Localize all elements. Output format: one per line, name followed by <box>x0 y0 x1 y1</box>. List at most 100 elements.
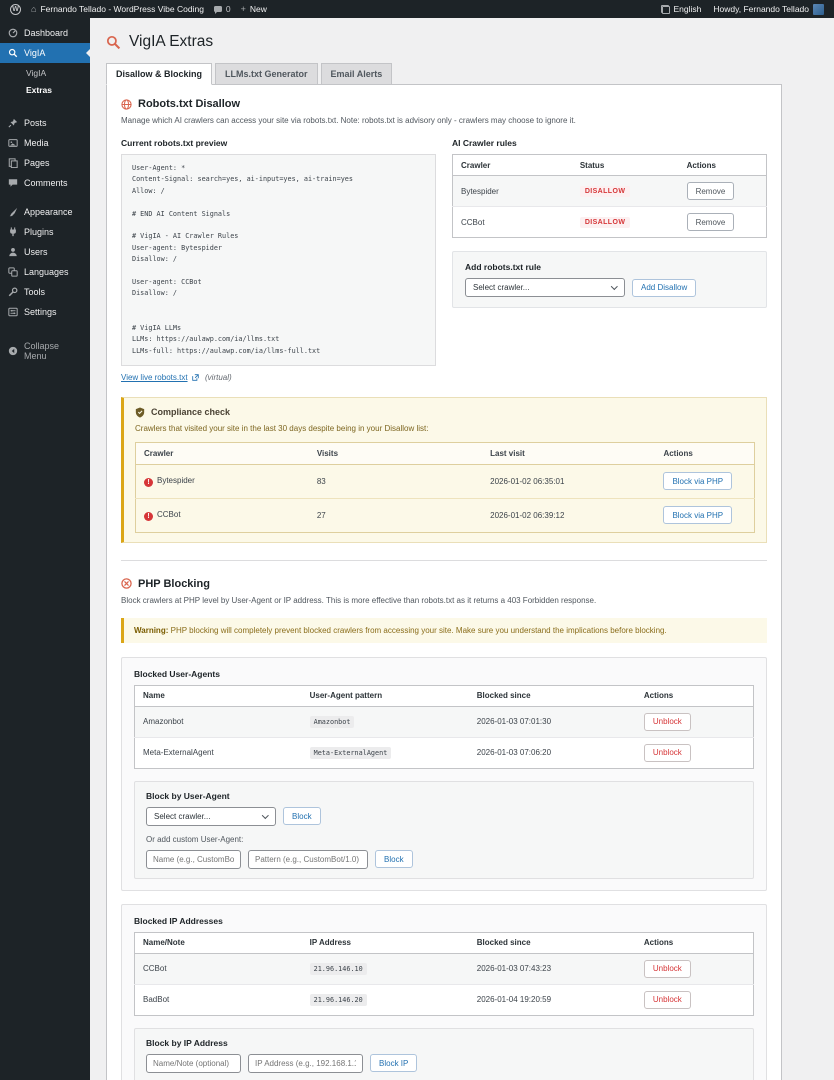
preview-label: Current robots.txt preview <box>121 138 228 148</box>
sidebar-item-dashboard[interactable]: Dashboard <box>0 23 90 43</box>
page-title: VigIA Extras <box>129 33 214 50</box>
block-via-php-button[interactable]: Block via PHP <box>663 472 733 491</box>
crawler-name: Bytespider <box>452 175 572 207</box>
tab-email-alerts[interactable]: Email Alerts <box>320 63 393 85</box>
unblock-button[interactable]: Unblock <box>643 959 691 978</box>
ip-chip: 21.96.146.10 <box>309 963 367 976</box>
vigia-magnifier-icon <box>106 35 121 49</box>
rules-label: AI Crawler rules <box>452 138 517 148</box>
visits-count: 83 <box>308 464 483 499</box>
ip-address-input[interactable] <box>248 1053 363 1073</box>
ip-name: BadBot <box>143 995 170 1005</box>
robots-section-title: Robots.txt Disallow <box>138 98 241 110</box>
block-by-ip-title: Block by IP Address <box>146 1037 228 1048</box>
sidebar-subitem-extras[interactable]: Extras <box>0 81 90 98</box>
comments-indicator[interactable]: 0 <box>213 4 231 14</box>
custom-ua-label: Or add custom User-Agent: <box>146 834 244 844</box>
tab-llms-generator[interactable]: LLMs.txt Generator <box>215 63 318 85</box>
remove-button[interactable]: Remove <box>686 182 735 200</box>
virtual-note: (virtual) <box>205 372 232 382</box>
tab-disallow-blocking[interactable]: Disallow & Blocking <box>106 63 213 85</box>
sidebar-item-comments[interactable]: Comments <box>0 173 90 193</box>
collapse-menu-button[interactable]: Collapse Menu <box>0 336 90 366</box>
dashboard-icon <box>8 28 18 38</box>
warning-text: PHP blocking will completely prevent blo… <box>170 625 667 635</box>
blocked-since: 2026-01-03 07:06:20 <box>476 748 552 758</box>
block-by-ua-box: Block by User-Agent Select crawler... Bl… <box>134 780 754 879</box>
sidebar-separator <box>0 104 90 113</box>
new-menu[interactable]: + New <box>241 4 267 14</box>
ua-pattern-chip: Amazonbot <box>309 716 355 729</box>
block-ip-button[interactable]: Block IP <box>370 1054 418 1073</box>
account-menu[interactable]: Howdy, Fernando Tellado <box>713 3 824 15</box>
chevron-down-icon <box>611 283 618 290</box>
howdy-text: Howdy, Fernando Tellado <box>713 4 809 14</box>
media-icon <box>8 139 18 147</box>
sidebar-item-languages[interactable]: Languages <box>0 262 90 282</box>
table-row: CCBot 21.96.146.10 2026-01-03 07:43:23 U… <box>134 953 754 985</box>
block-via-php-button[interactable]: Block via PHP <box>663 506 733 525</box>
comments-icon <box>8 179 18 187</box>
site-name[interactable]: Fernando Tellado - WordPress Vibe Coding <box>40 4 203 14</box>
crawler-select[interactable]: Select crawler... <box>465 278 625 297</box>
remove-button[interactable]: Remove <box>686 213 735 231</box>
collapse-arrow-icon <box>8 346 18 356</box>
comments-count: 0 <box>225 4 231 14</box>
sidebar-item-plugins[interactable]: Plugins <box>0 222 90 242</box>
block-by-ua-title: Block by User-Agent <box>146 790 230 801</box>
last-visit-time: 2026-01-02 06:39:12 <box>490 510 565 520</box>
site-name-link[interactable]: ⌂ Fernando Tellado - WordPress Vibe Codi… <box>31 4 204 14</box>
ip-name-input[interactable] <box>146 1053 241 1073</box>
ua-pattern-chip: Meta-ExternalAgent <box>309 747 392 760</box>
alert-icon <box>144 478 153 488</box>
ip-name: CCBot <box>134 953 302 985</box>
sidebar-item-posts[interactable]: Posts <box>0 113 90 133</box>
sidebar-item-appearance[interactable]: Appearance <box>0 202 90 222</box>
crawler-rules-column: AI Crawler rules Crawler Status Actions … <box>452 138 767 308</box>
block-ua-button[interactable]: Block <box>283 807 321 826</box>
col-actions: Actions <box>635 932 754 954</box>
blocked-since: 2026-01-03 07:43:23 <box>468 953 636 985</box>
col-crawler: Crawler <box>135 442 309 465</box>
language-switcher[interactable]: English <box>660 4 701 14</box>
add-disallow-button[interactable]: Add Disallow <box>632 278 697 297</box>
robots-preview-column: Current robots.txt preview User-Agent: *… <box>121 138 436 382</box>
vigia-submenu: VigIA Extras <box>0 63 90 104</box>
custom-ua-pattern-input[interactable] <box>248 849 368 869</box>
table-row: Bytespider DISALLOW Remove <box>452 175 767 207</box>
unblock-button[interactable]: Unblock <box>643 990 691 1009</box>
col-name: Name <box>134 685 302 707</box>
crawler-rules-table: Crawler Status Actions Bytespider DISALL… <box>452 154 767 238</box>
custom-ua-name-input[interactable] <box>146 849 241 869</box>
status-badge: DISALLOW <box>579 185 631 197</box>
unblock-button[interactable]: Unblock <box>643 743 691 762</box>
ua-name: Meta-ExternalAgent <box>143 748 214 758</box>
crawler-name: CCBot <box>157 509 181 519</box>
col-blocked-since: Blocked since <box>468 932 636 954</box>
admin-bar: ⌂ Fernando Tellado - WordPress Vibe Codi… <box>0 0 834 18</box>
table-row: BadBot 21.96.146.20 2026-01-04 19:20:59 … <box>135 984 754 1015</box>
wordpress-logo-icon[interactable] <box>10 3 21 15</box>
blocked-user-agents-box: Blocked User-Agents Name User-Agent patt… <box>121 656 767 891</box>
block-by-ip-box: Block by IP Address Block IP <box>134 1027 754 1080</box>
ua-crawler-select[interactable]: Select crawler... <box>146 806 276 826</box>
translate-squares-icon <box>8 267 18 277</box>
sidebar-item-media[interactable]: Media <box>0 133 90 153</box>
col-pattern: User-Agent pattern <box>301 685 469 707</box>
view-robots-link[interactable]: View live robots.txt <box>121 373 188 382</box>
col-visits: Visits <box>308 442 483 465</box>
sidebar-item-users[interactable]: Users <box>0 242 90 262</box>
table-row: Meta-ExternalAgent Meta-ExternalAgent 20… <box>135 737 754 768</box>
brush-icon <box>9 207 18 217</box>
user-icon <box>9 248 17 257</box>
sidebar-item-tools[interactable]: Tools <box>0 282 90 302</box>
block-custom-ua-button[interactable]: Block <box>375 850 413 869</box>
sidebar-subitem-vigia[interactable]: VigIA <box>0 64 90 81</box>
wrench-icon <box>8 287 18 297</box>
sidebar-item-settings[interactable]: Settings <box>0 302 90 322</box>
add-rule-box: Add robots.txt rule Select crawler... Ad… <box>452 251 767 308</box>
sidebar-item-vigia[interactable]: VigIA <box>0 43 90 63</box>
table-row: Bytespider 83 2026-01-02 06:35:01 Block … <box>135 464 755 499</box>
sidebar-item-pages[interactable]: Pages <box>0 153 90 173</box>
unblock-button[interactable]: Unblock <box>643 712 691 731</box>
